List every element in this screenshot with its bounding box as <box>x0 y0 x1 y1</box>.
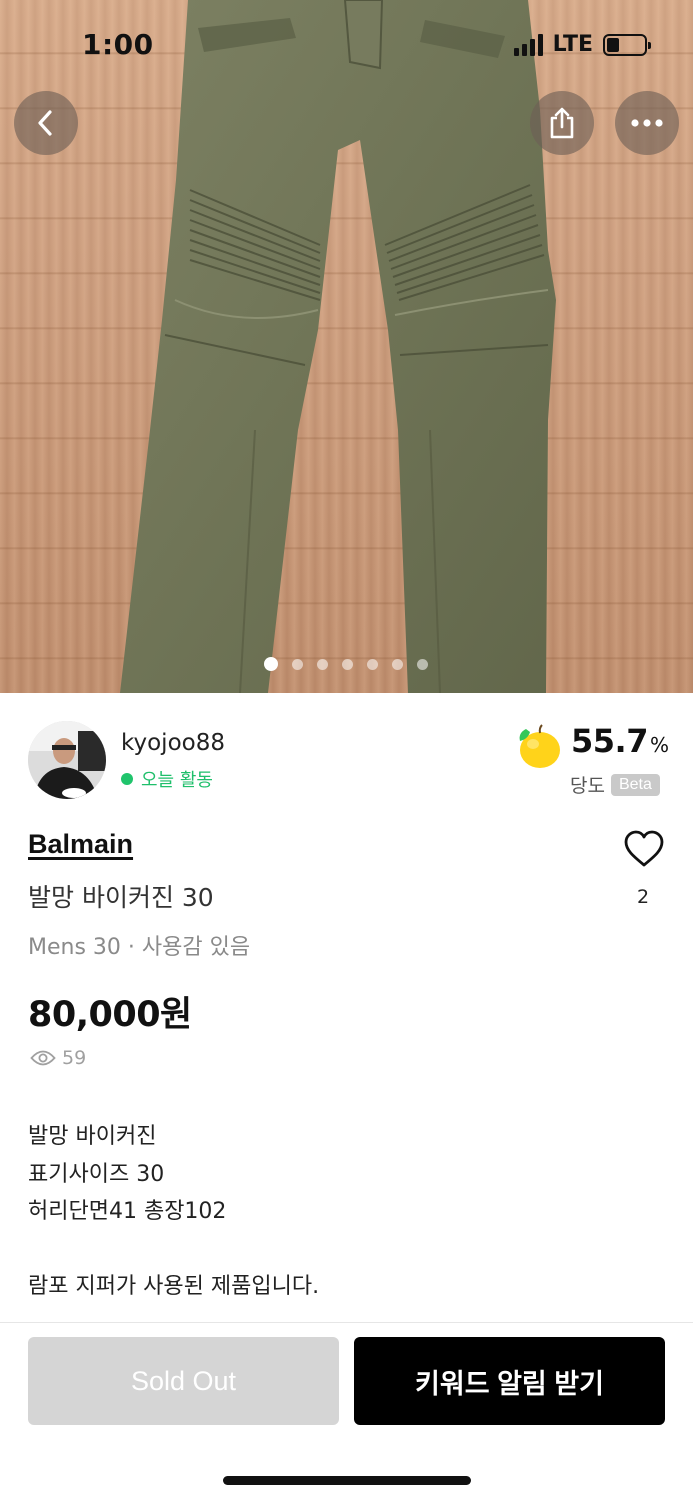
description-line: 람포 지퍼가 사용된 제품입니다. <box>28 1274 320 1299</box>
eye-icon <box>30 1050 56 1066</box>
sweetness-score: 55.7% <box>571 722 669 760</box>
pagination-dot[interactable] <box>317 658 328 670</box>
sweetness-unit: % <box>649 733 669 757</box>
description-line: 발망 바이커진 <box>28 1124 157 1149</box>
battery-icon <box>603 33 651 56</box>
pagination-dot[interactable] <box>264 657 278 671</box>
like-count: 2 <box>636 886 650 908</box>
status-time: 1:00 <box>82 28 154 61</box>
view-count-row: 59 <box>30 1047 86 1069</box>
product-subinfo: Mens 30 · 사용감 있음 <box>28 935 251 960</box>
view-count: 59 <box>62 1047 87 1069</box>
product-photo[interactable]: 1:00 LTE <box>0 0 693 693</box>
network-label: LTE <box>552 32 593 57</box>
seller-activity: 오늘 활동 <box>121 766 213 792</box>
activity-label: 오늘 활동 <box>141 770 213 791</box>
heart-icon[interactable] <box>623 830 665 868</box>
pagination-dot[interactable] <box>367 658 378 670</box>
product-price: 80,000원 <box>28 995 192 1035</box>
product-description: 발망 바이커진 표기사이즈 30 허리단면41 총장102 람포 지퍼가 사용된… <box>28 1118 319 1306</box>
online-dot-icon <box>121 773 133 785</box>
gallery-pagination <box>264 657 428 671</box>
seller-avatar[interactable] <box>28 721 106 799</box>
sweetness-label: 당도 <box>570 775 605 797</box>
sweetness-label-row: 당도 Beta <box>570 771 660 798</box>
pagination-dot[interactable] <box>392 658 403 670</box>
brand-link[interactable]: Balmain <box>28 829 133 860</box>
sold-out-button[interactable]: Sold Out <box>28 1337 339 1425</box>
seller-name[interactable]: kyojoo88 <box>121 730 225 756</box>
signal-icon <box>513 33 543 56</box>
product-title: 발망 바이커진 30 <box>28 883 214 912</box>
sweetness-value: 55.7 <box>571 722 648 760</box>
more-button[interactable] <box>615 91 679 155</box>
share-icon <box>550 107 574 139</box>
pagination-dot[interactable] <box>342 658 353 670</box>
more-horizontal-icon <box>631 119 663 127</box>
back-button[interactable] <box>14 91 78 155</box>
beta-badge: Beta <box>610 773 660 796</box>
description-line <box>28 1231 319 1269</box>
chevron-left-icon <box>38 110 52 136</box>
description-line: 표기사이즈 30 <box>28 1161 165 1187</box>
status-indicators: LTE <box>513 32 651 57</box>
pagination-dot[interactable] <box>417 658 428 670</box>
avatar-image <box>28 721 106 799</box>
description-line: 허리단면41 총장102 <box>28 1199 227 1224</box>
bottom-divider <box>0 1322 693 1323</box>
apple-icon <box>519 724 560 768</box>
jeans-image <box>120 0 556 693</box>
home-indicator[interactable] <box>223 1476 471 1485</box>
share-button[interactable] <box>530 91 594 155</box>
pagination-dot[interactable] <box>292 658 303 670</box>
keyword-alert-button[interactable]: 키워드 알림 받기 <box>354 1337 665 1425</box>
